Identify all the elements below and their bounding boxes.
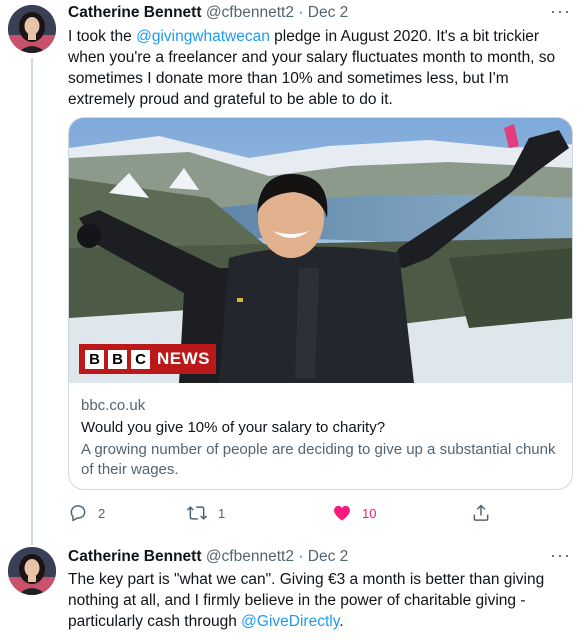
tweet-header: Catherine Bennett @cfbennett2 · Dec 2 [68, 3, 348, 23]
retweet-button[interactable]: 1 [186, 503, 225, 523]
card-image: B B C NEWS [69, 118, 572, 383]
author-handle[interactable]: @cfbennett2 [206, 548, 294, 565]
more-options-button[interactable]: ··· [550, 546, 571, 564]
tweet-text: I took the @givingwhatwecan pledge in Au… [68, 26, 573, 110]
reply-icon [70, 505, 86, 522]
logo-word: NEWS [157, 349, 210, 368]
author-name[interactable]: Catherine Bennett [68, 548, 202, 565]
tweet[interactable]: Catherine Bennett @cfbennett2 · Dec 2 ··… [0, 540, 585, 640]
avatar[interactable] [8, 5, 56, 53]
share-icon [473, 504, 489, 521]
thread-line [31, 58, 33, 540]
mention-link[interactable]: @GiveDirectly [241, 613, 339, 630]
tweet-actions: 2 1 10 [68, 503, 573, 527]
logo-letter: B [85, 349, 104, 369]
tweet-text-before: I took the [68, 28, 137, 45]
retweet-count: 1 [218, 505, 226, 521]
reply-button[interactable]: 2 [68, 503, 105, 523]
separator: · [298, 4, 304, 21]
card-description: A growing number of people are deciding … [81, 441, 556, 478]
heart-icon [334, 505, 350, 521]
author-name[interactable]: Catherine Bennett [68, 4, 202, 21]
card-body: bbc.co.uk Would you give 10% of your sal… [81, 396, 561, 480]
more-options-button[interactable]: ··· [550, 2, 571, 20]
tweet[interactable]: Catherine Bennett @cfbennett2 · Dec 2 ··… [0, 0, 585, 540]
tweet-header: Catherine Bennett @cfbennett2 · Dec 2 [68, 547, 348, 567]
reply-count: 2 [98, 505, 106, 521]
author-handle[interactable]: @cfbennett2 [206, 4, 294, 21]
card-title: Would you give 10% of your salary to cha… [81, 419, 386, 436]
thread-line [31, 540, 33, 545]
card-domain: bbc.co.uk [81, 397, 146, 414]
logo-letter: B [108, 349, 127, 369]
link-card[interactable]: B B C NEWS bbc.co.uk Would you give 10% … [68, 117, 573, 490]
retweet-icon [186, 506, 208, 520]
separator: · [298, 548, 304, 565]
like-count: 10 [362, 505, 377, 521]
like-button[interactable]: 10 [332, 503, 376, 523]
mention-link[interactable]: @givingwhatwecan [136, 28, 270, 45]
tweet-text: The key part is "what we can". Giving €3… [68, 569, 573, 632]
tweet-date[interactable]: Dec 2 [308, 4, 349, 21]
share-button[interactable] [471, 503, 491, 523]
bbc-news-logo: B B C NEWS [79, 344, 216, 374]
tweet-text-after: . [339, 613, 344, 630]
tweet-date[interactable]: Dec 2 [308, 548, 349, 565]
logo-letter: C [131, 349, 150, 369]
avatar[interactable] [8, 547, 56, 595]
